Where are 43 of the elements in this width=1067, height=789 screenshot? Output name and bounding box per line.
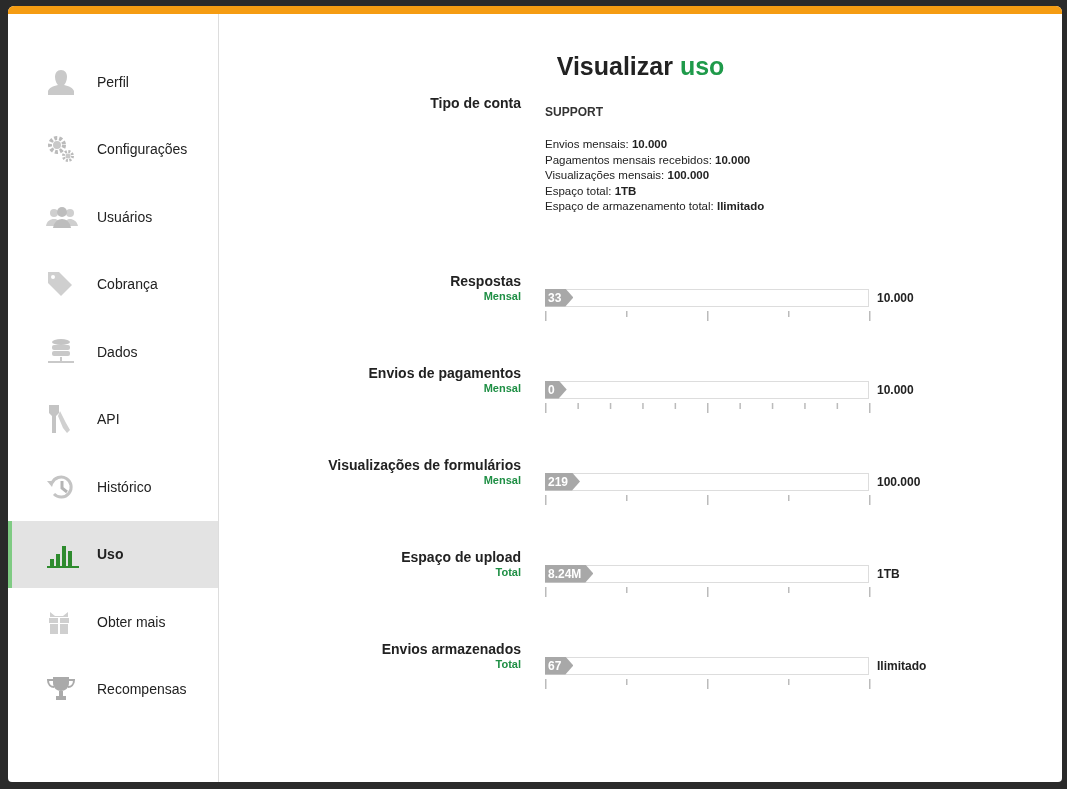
plan-name: SUPPORT: [545, 105, 604, 119]
usage-limit: 10.000: [877, 290, 914, 305]
account-type-label: Tipo de conta: [429, 95, 521, 111]
plan-detail: Espaço de armazenamento total: Ilimitado: [545, 199, 765, 214]
plan-detail: Envios mensais: 10.000: [545, 137, 669, 152]
value-badge: 219: [545, 472, 581, 491]
plan-detail: Espaço total: 1TB: [545, 183, 638, 199]
sidebar-item[interactable]: Dados: [8, 318, 218, 386]
meter-label: Respostas: [449, 272, 521, 289]
meter-label: Envios armazenados: [380, 640, 521, 657]
usage-limit: 1TB: [877, 566, 900, 581]
value-badge: 67: [545, 656, 574, 675]
period-label: Total: [494, 565, 521, 578]
sidebar-item[interactable]: Recompensas: [8, 655, 218, 723]
value-badge: 8.24M: [545, 564, 594, 583]
sidebar-item[interactable]: Obter mais: [8, 588, 218, 656]
usage-limit: Ilimitado: [877, 658, 927, 673]
sidebar-item[interactable]: Configurações: [8, 115, 218, 183]
page-title: Visualizar uso: [555, 52, 726, 81]
gears-icon: [46, 134, 76, 165]
usage-limit: 10.000: [877, 382, 914, 397]
sidebar-item[interactable]: Perfil: [8, 48, 218, 116]
people-icon: [46, 205, 78, 228]
plan-detail: Visualizações mensais: 100.000: [545, 168, 711, 183]
usage-limit: 100.000: [877, 474, 921, 489]
sidebar-item[interactable]: Usuários: [8, 183, 218, 251]
database-icon: [46, 337, 76, 366]
period-label: Mensal: [482, 473, 521, 486]
person-icon: [46, 67, 76, 96]
value-badge: 33: [545, 288, 574, 307]
sidebar-item[interactable]: Uso: [8, 520, 218, 588]
period-label: Total: [494, 657, 521, 670]
meter-label: Envios de pagamentos: [367, 364, 521, 381]
period-label: Mensal: [482, 289, 521, 302]
meter-label: Espaço de upload: [400, 548, 521, 565]
meter-label: Visualizações de formulários: [327, 456, 521, 473]
sidebar-item[interactable]: Cobrança: [8, 250, 218, 318]
value-badge: 0: [545, 380, 567, 399]
sidebar-item[interactable]: API: [8, 385, 218, 453]
tag-icon: [46, 270, 74, 299]
plan-detail: Pagamentos mensais recebidos: 10.000: [545, 152, 752, 168]
sidebar-item[interactable]: Histórico: [8, 453, 218, 521]
period-label: Mensal: [482, 381, 521, 394]
